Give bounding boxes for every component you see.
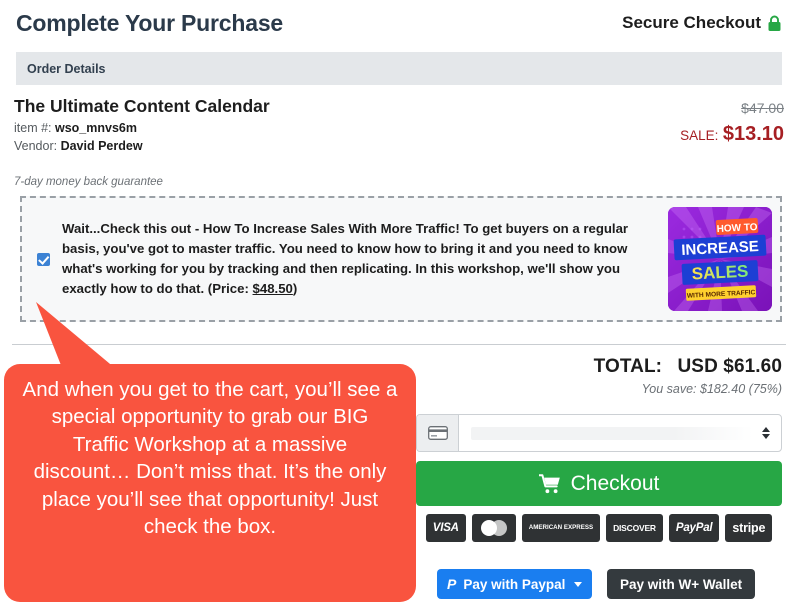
secure-checkout-badge: Secure Checkout xyxy=(622,13,782,33)
savings-line: You save: $182.40 (75%) xyxy=(641,382,782,396)
page-title: Complete Your Purchase xyxy=(16,9,283,36)
lock-icon xyxy=(767,15,782,32)
page-header: Complete Your Purchase Secure Checkout xyxy=(0,0,798,46)
vendor-label: Vendor: xyxy=(14,138,58,153)
upsell-thumbnail: HOW TO INCREASE SALES WITH MORE TRAFFIC xyxy=(668,207,772,311)
paypal-logo: PayPal xyxy=(668,514,720,542)
product-summary-row: The Ultimate Content Calendar item #: ws… xyxy=(14,96,784,156)
total-label: TOTAL: xyxy=(593,356,663,377)
pay-with-wallet-button[interactable]: Pay with W+ Wallet xyxy=(607,569,756,599)
payment-method-value-field[interactable] xyxy=(459,415,781,451)
sale-price-row: SALE: $13.10 xyxy=(680,123,784,146)
product-price-block: $47.00 SALE: $13.10 xyxy=(680,96,784,156)
sale-price: $13.10 xyxy=(722,123,784,145)
credit-card-icon xyxy=(417,415,459,451)
money-back-guarantee: 7-day money back guarantee xyxy=(14,176,163,188)
upsell-checkbox-wrapper[interactable] xyxy=(28,252,58,266)
sale-label: SALE: xyxy=(680,128,719,143)
product-info: The Ultimate Content Calendar item #: ws… xyxy=(14,96,270,156)
order-totals: TOTAL: USD $61.60 You save: $182.40 (75%… xyxy=(594,356,782,396)
upsell-price-link[interactable]: $48.50 xyxy=(253,281,293,296)
mastercard-logo xyxy=(471,514,516,542)
order-details-label: Order Details xyxy=(27,61,106,76)
accepted-payment-logos: VISA AMERICAN EXPRESS DISCOVER PayPal st… xyxy=(416,514,782,542)
total-row: TOTAL: USD $61.60 xyxy=(594,356,782,378)
order-details-header: Order Details xyxy=(16,52,782,85)
vendor-name: David Perdew xyxy=(60,138,143,153)
checkout-button-label: Checkout xyxy=(570,471,660,495)
updown-arrows-icon[interactable] xyxy=(761,425,771,441)
original-price: $47.00 xyxy=(741,100,784,116)
upsell-checkbox[interactable] xyxy=(36,252,50,266)
stripe-logo: stripe xyxy=(725,514,773,542)
checkout-page: Complete Your Purchase Secure Checkout O… xyxy=(0,0,798,606)
payment-method-value xyxy=(471,426,753,440)
upsell-offer-text: Wait...Check this out - How To Increase … xyxy=(58,219,668,299)
secure-checkout-label: Secure Checkout xyxy=(622,13,761,32)
chevron-down-icon[interactable] xyxy=(574,581,583,587)
discover-logo: DISCOVER xyxy=(606,514,663,542)
payment-method-select[interactable] xyxy=(416,414,782,452)
shopping-cart-icon xyxy=(537,473,561,494)
annotation-callout: And when you get to the cart, you’ll see… xyxy=(4,364,416,602)
product-vendor: Vendor: David Perdew xyxy=(14,138,270,156)
amex-logo: AMERICAN EXPRESS xyxy=(521,514,601,542)
product-item-number: item #: wso_mnvs6m xyxy=(14,120,270,138)
product-name: The Ultimate Content Calendar xyxy=(14,96,270,116)
pay-with-paypal-label: Pay with Paypal xyxy=(463,576,566,592)
upsell-text-suffix: ) xyxy=(292,281,298,297)
svg-text:SALES: SALES xyxy=(691,262,749,284)
pay-with-wallet-label: Pay with W+ Wallet xyxy=(620,576,743,592)
svg-text:HOW TO: HOW TO xyxy=(716,222,758,235)
pay-with-paypal-button[interactable]: P Pay with Paypal xyxy=(437,569,593,599)
total-value: USD $61.60 xyxy=(677,356,782,377)
increase-sales-graphic: HOW TO INCREASE SALES WITH MORE TRAFFIC xyxy=(668,207,772,311)
mastercard-circles xyxy=(480,520,507,536)
item-number-value: wso_mnvs6m xyxy=(55,121,137,135)
upsell-description: Wait...Check this out - How To Increase … xyxy=(62,220,629,297)
paypal-icon: P xyxy=(447,576,457,592)
visa-logo: VISA xyxy=(425,514,466,542)
item-number-label: item #: xyxy=(14,121,52,135)
checkout-button[interactable]: Checkout xyxy=(416,461,782,506)
